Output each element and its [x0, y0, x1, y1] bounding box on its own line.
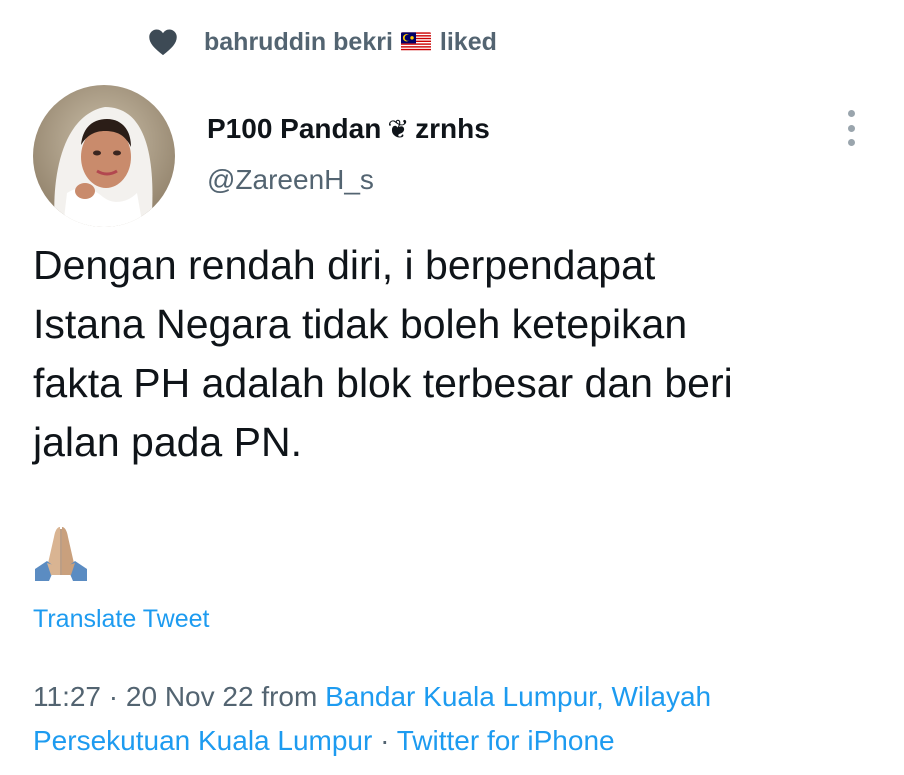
- tweet-metadata: 11:27 · 20 Nov 22 from Bandar Kuala Lump…: [33, 675, 883, 763]
- liked-label: liked: [439, 27, 497, 56]
- more-options-icon[interactable]: [838, 106, 864, 150]
- meta-separator: ·: [108, 681, 119, 712]
- more-dot: [847, 124, 855, 132]
- more-dot: [847, 110, 855, 117]
- author-name-suffix: zrnhs: [415, 113, 490, 144]
- author-avatar[interactable]: [33, 85, 175, 227]
- tweet-text: Dengan rendah diri, i berpendapat Istana…: [33, 236, 863, 472]
- social-context: bahruddin bekri liked: [148, 22, 497, 62]
- client-link[interactable]: Twitter for iPhone: [397, 725, 615, 756]
- avatar-image: [33, 85, 175, 227]
- location-link[interactable]: Bandar Kuala Lumpur, Wilayah: [325, 681, 711, 712]
- tweet-date[interactable]: 20 Nov 22: [126, 681, 254, 712]
- malaysia-flag-icon: [400, 32, 431, 52]
- location-link-continued[interactable]: Persekutuan Kuala Lumpur: [33, 725, 372, 756]
- from-label: from: [261, 681, 318, 712]
- folded-hands-emoji: [35, 527, 87, 581]
- tweet-text-line: fakta PH adalah blok terbesar dan beri: [33, 360, 733, 406]
- translate-tweet-link[interactable]: Translate Tweet: [33, 605, 209, 634]
- tweet-text-line: Dengan rendah diri, i berpendapat: [33, 242, 656, 288]
- author-name[interactable]: P100 Pandan ❦ zrnhs: [207, 113, 490, 145]
- tweet-text-line: jalan pada PN.: [33, 419, 302, 465]
- author-handle[interactable]: @ZareenH_s: [207, 164, 374, 196]
- author-display-name: P100 Pandan: [207, 113, 382, 144]
- meta-separator: ·: [380, 725, 390, 756]
- heart-icon: [149, 29, 177, 56]
- heart-decoration-icon: ❦: [387, 114, 410, 144]
- liker-name[interactable]: bahruddin bekri: [204, 28, 393, 57]
- more-dot: [847, 139, 855, 146]
- tweet-text-line: Istana Negara tidak boleh ketepikan: [33, 301, 688, 347]
- tweet-time[interactable]: 11:27: [33, 681, 101, 712]
